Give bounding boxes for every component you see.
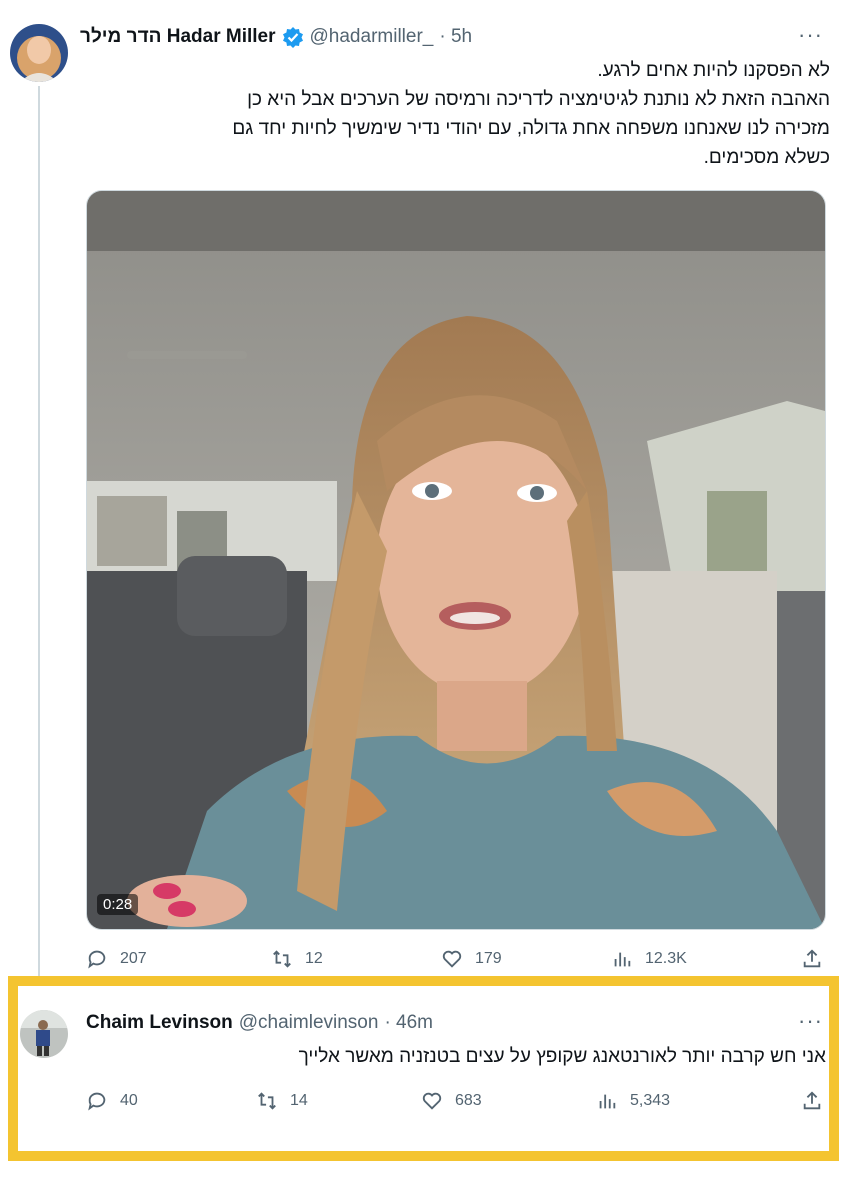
tweet-header: הדר מילר Hadar Miller @hadarmiller_ · 5h [80, 26, 472, 48]
verified-icon [282, 26, 304, 48]
reply-actions: 40 14 683 5,343 [86, 1090, 826, 1112]
author-name[interactable]: הדר מילר Hadar Miller [80, 26, 276, 48]
reply-icon [88, 1092, 106, 1111]
reply-text: אני חש קרבה יותר לאורנטאנג שקופץ על עצים… [298, 1046, 826, 1067]
like-icon [422, 1092, 442, 1110]
retweet-icon [273, 950, 291, 968]
like-button[interactable]: 179 [441, 948, 611, 970]
reply-retweet-button[interactable]: 14 [256, 1090, 421, 1112]
reply-like-button[interactable]: 683 [421, 1090, 596, 1112]
reply-author-handle[interactable]: @chaimlevinson [239, 1012, 379, 1034]
video-player[interactable]: 0:28 [86, 190, 826, 930]
tweet-actions: 207 12 179 12.3K [86, 948, 826, 970]
reply-reply-button[interactable]: 40 [86, 1090, 256, 1112]
share-icon [803, 1091, 821, 1110]
tweet-text: לא הפסקנו להיות אחים לרגע. האהבה הזאת לא… [80, 56, 830, 172]
reply-views-button[interactable]: 5,343 [596, 1090, 801, 1112]
views-icon [599, 1094, 616, 1109]
retweet-button[interactable]: 12 [271, 948, 441, 970]
thread-line [38, 86, 40, 986]
tweet-time[interactable]: · 5h [439, 26, 472, 48]
reply-time[interactable]: · 46m [384, 1012, 433, 1034]
like-icon [442, 950, 462, 968]
views-button[interactable]: 12.3K [611, 948, 801, 970]
video-duration: 0:28 [97, 894, 139, 915]
tweet-text-line: האהבה הזאת לא נותנת לגיטימציה לדריכה ורמ… [247, 89, 830, 110]
retweet-icon [258, 1092, 276, 1110]
reply-views-count: 5,343 [630, 1092, 671, 1109]
tweet-text-line: מזכירה לנו שאנחנו משפחה אחת גדולה, עם יה… [232, 118, 830, 139]
retweet-count: 12 [305, 950, 323, 967]
tweet-text-line: לא הפסקנו להיות אחים לרגע. [597, 60, 830, 81]
hadar-avatar[interactable] [10, 24, 68, 82]
share-icon [803, 949, 821, 968]
reply-reply-count: 40 [120, 1092, 138, 1109]
main-tweet: הדר מילר Hadar Miller @hadarmiller_ · 5h… [0, 0, 848, 986]
reply-share-button[interactable] [801, 1090, 823, 1112]
reply-button[interactable]: 207 [86, 948, 271, 970]
video-frame [87, 191, 825, 929]
tweet-text-line: כשלא מסכימים. [703, 147, 830, 168]
reply-header: Chaim Levinson @chaimlevinson · 46m [86, 1012, 433, 1034]
reply-tweet: Chaim Levinson @chaimlevinson · 46m ··· … [0, 986, 848, 1151]
views-count: 12.3K [645, 950, 687, 967]
author-handle[interactable]: @hadarmiller_ [310, 26, 434, 48]
reply-icon [88, 950, 106, 969]
chaim-avatar[interactable] [20, 1010, 68, 1058]
reply-like-count: 683 [455, 1092, 482, 1109]
more-icon[interactable]: ··· [798, 22, 823, 48]
reply-author-name[interactable]: Chaim Levinson [86, 1012, 233, 1034]
views-icon [614, 952, 631, 967]
share-button[interactable] [801, 948, 823, 970]
reply-retweet-count: 14 [290, 1092, 308, 1109]
reply-count: 207 [120, 950, 147, 967]
reply-more-icon[interactable]: ··· [798, 1008, 823, 1034]
like-count: 179 [475, 950, 502, 967]
